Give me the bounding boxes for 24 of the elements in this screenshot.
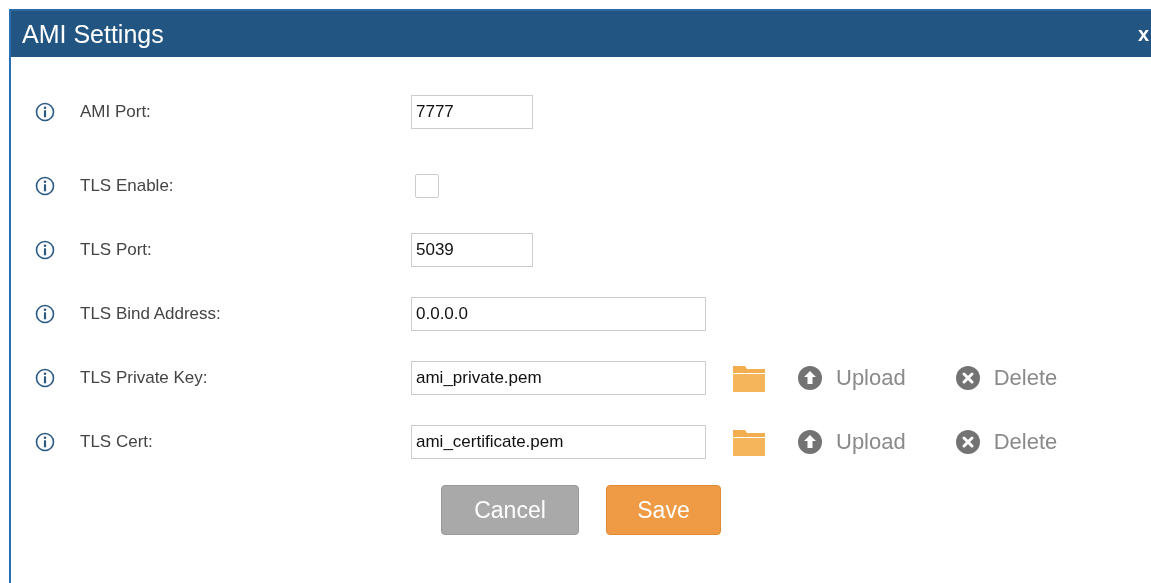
- info-icon[interactable]: [35, 240, 55, 260]
- field-label: TLS Cert:: [80, 432, 154, 452]
- delete-icon: [955, 366, 980, 390]
- field-label: TLS Bind Address:: [80, 304, 222, 324]
- info-icon[interactable]: [35, 368, 55, 388]
- info-icon[interactable]: [35, 102, 55, 122]
- close-button[interactable]: x: [1137, 22, 1151, 46]
- upload-icon: [798, 430, 822, 454]
- field-label: TLS Private Key:: [80, 368, 209, 388]
- checkbox[interactable]: [415, 174, 439, 198]
- upload-icon: [798, 366, 822, 390]
- dialog-title: AMI Settings: [22, 19, 164, 49]
- file-field[interactable]: ami_certificate.pem: [411, 425, 706, 459]
- file-field[interactable]: ami_private.pem: [411, 361, 706, 395]
- info-icon[interactable]: [35, 176, 55, 196]
- delete-icon: [955, 430, 980, 454]
- field-label: TLS Enable:: [80, 176, 175, 196]
- text-field[interactable]: 7777: [411, 95, 533, 129]
- field-label: AMI Port:: [80, 102, 152, 122]
- text-field[interactable]: 0.0.0.0: [411, 297, 706, 331]
- info-icon[interactable]: [35, 432, 55, 452]
- info-icon[interactable]: [35, 304, 55, 324]
- text-field[interactable]: 5039: [411, 233, 533, 267]
- field-label: TLS Port:: [80, 240, 153, 260]
